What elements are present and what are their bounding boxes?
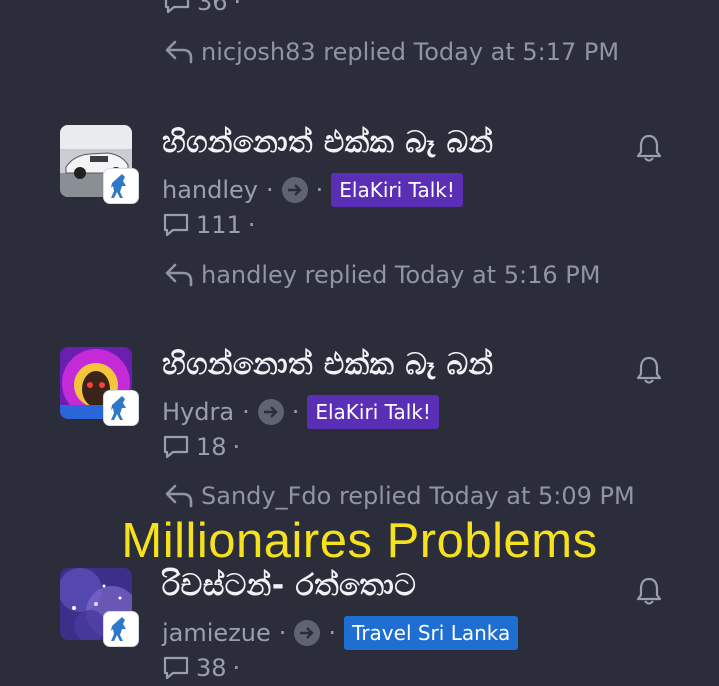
partial-stats: 36 · <box>163 0 241 16</box>
walker-logo-icon <box>111 174 126 198</box>
reply-arrow-icon <box>165 40 193 64</box>
arrow-right-icon <box>281 177 308 203</box>
thread-item[interactable]: හිගන්නොත් එක්ක බෑ බන් Hydra · · ElaKiri … <box>0 347 719 527</box>
last-reply-text: Sandy_Fdo replied Today at 5:09 PM <box>201 482 635 510</box>
thread-item[interactable]: හිගන්නොත් එක්ක බෑ බන් handley · · ElaKir… <box>0 125 719 305</box>
avatar-group[interactable] <box>60 568 140 650</box>
thread-stats: 18 · <box>162 433 240 461</box>
reply-count: 36 <box>197 0 228 16</box>
last-reply-link[interactable]: handley replied Today at 5:16 PM <box>163 261 600 289</box>
forum-avatar <box>103 390 139 426</box>
forum-badge[interactable]: Travel Sri Lanka <box>344 616 519 650</box>
reply-count: 111 <box>196 211 242 239</box>
separator: · <box>232 654 241 682</box>
bell-icon[interactable] <box>635 355 663 385</box>
reply-arrow-icon <box>165 263 193 287</box>
forum-badge[interactable]: ElaKiri Talk! <box>307 395 439 429</box>
thread-title[interactable]: රිචස්ටන්- රත්තොට <box>162 568 416 603</box>
comment-bubble-icon <box>163 656 189 680</box>
avatar-group[interactable] <box>60 347 140 429</box>
separator: · <box>278 619 287 647</box>
arrow-right-icon <box>294 620 321 646</box>
separator: · <box>266 176 274 204</box>
separator: · <box>247 211 256 239</box>
separator: · <box>328 619 337 647</box>
separator: · <box>232 433 241 461</box>
reply-arrow-icon <box>165 484 193 508</box>
comment-bubble-icon <box>163 435 189 459</box>
caption-overlay: Millionaires Problems <box>121 514 598 568</box>
thread-list: 36 · nicjosh83 replied Today at 5:17 PM <box>0 0 719 686</box>
reply-count: 18 <box>196 433 227 461</box>
bell-icon[interactable] <box>635 576 663 606</box>
last-reply-link[interactable]: Sandy_Fdo replied Today at 5:09 PM <box>163 482 635 510</box>
thread-stats: 38 · <box>162 654 240 682</box>
walker-logo-icon <box>111 617 126 641</box>
author-link[interactable]: Hydra <box>162 398 234 426</box>
last-reply-text: handley replied Today at 5:16 PM <box>201 261 601 289</box>
separator: · <box>315 176 324 204</box>
thread-title[interactable]: හිගන්නොත් එක්ක බෑ බන් <box>162 125 493 160</box>
thread-meta: jamiezue · · Travel Sri Lanka <box>162 616 519 650</box>
thread-meta: Hydra · · ElaKiri Talk! <box>162 395 439 429</box>
reply-count: 38 <box>196 654 227 682</box>
separator: · <box>291 398 300 426</box>
forum-avatar <box>103 168 139 204</box>
walker-logo-icon <box>111 396 126 420</box>
thread-item[interactable]: රිචස්ටන්- රත්තොට jamiezue · · Travel Sri… <box>0 568 719 686</box>
bell-icon[interactable] <box>635 133 663 163</box>
author-link[interactable]: jamiezue <box>162 619 271 647</box>
thread-stats: 111 · <box>162 211 255 239</box>
comment-bubble-icon <box>164 0 190 14</box>
last-reply-link[interactable]: nicjosh83 replied Today at 5:17 PM <box>163 38 619 66</box>
last-reply-text: nicjosh83 replied Today at 5:17 PM <box>201 38 620 66</box>
separator: · <box>233 0 242 16</box>
separator: · <box>242 398 250 426</box>
forum-avatar <box>103 611 139 647</box>
avatar-group[interactable] <box>60 125 140 207</box>
comment-bubble-icon <box>163 213 189 237</box>
thread-title[interactable]: හිගන්නොත් එක්ක බෑ බන් <box>162 347 493 382</box>
thread-meta: handley · · ElaKiri Talk! <box>162 173 463 207</box>
forum-badge[interactable]: ElaKiri Talk! <box>331 173 463 207</box>
author-link[interactable]: handley <box>162 176 258 204</box>
arrow-right-icon <box>257 399 284 425</box>
